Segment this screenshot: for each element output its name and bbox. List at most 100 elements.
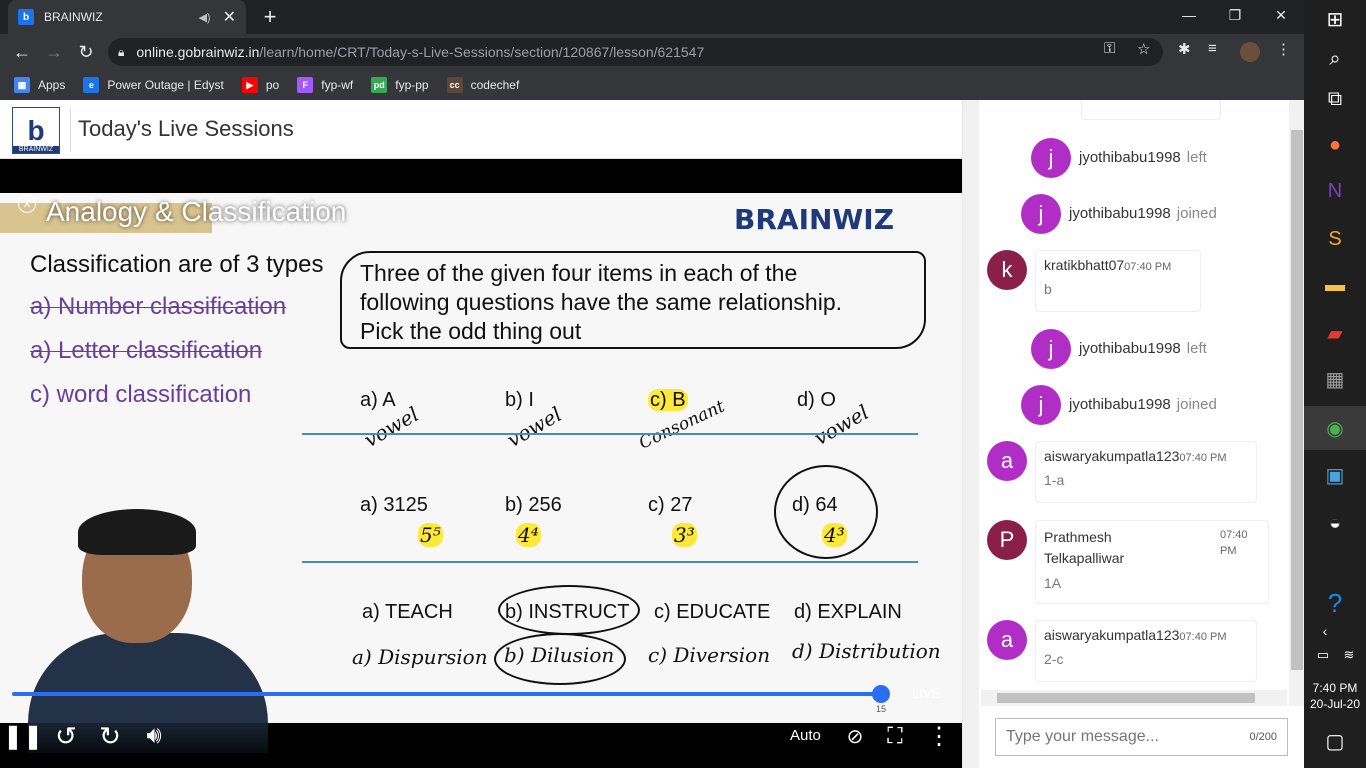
profile-avatar[interactable] bbox=[1240, 42, 1260, 62]
scrollbar-thumb[interactable] bbox=[997, 693, 1255, 703]
tab-strip: b BRAINWIZ ◀) ✕ + — ❐ ✕ bbox=[0, 0, 1304, 34]
cast-off-icon[interactable]: ⊘ bbox=[840, 721, 870, 751]
sublime-icon[interactable]: S bbox=[1320, 224, 1350, 254]
user-name: jyothibabu1998 bbox=[1079, 340, 1181, 357]
message-time: 07:40 PM bbox=[1179, 631, 1227, 643]
type-item: a) Number classification bbox=[30, 293, 287, 320]
quality-selector[interactable]: Auto bbox=[790, 727, 821, 744]
bookmark-label: Power Outage | Edyst bbox=[107, 78, 224, 92]
row2-option-b: b) 256 bbox=[505, 494, 562, 516]
extensions-icon[interactable]: ✱ bbox=[1178, 40, 1191, 58]
media-queue-icon[interactable]: ≡ bbox=[1208, 40, 1217, 57]
note-text: 5⁵ bbox=[418, 523, 443, 547]
message-text: b bbox=[1044, 281, 1052, 297]
progress-bar[interactable] bbox=[12, 692, 882, 696]
bookmark-apps[interactable]: ▦ Apps bbox=[14, 77, 65, 93]
row1-option-c: c) B bbox=[648, 389, 688, 412]
search-icon[interactable]: ⌕ bbox=[1320, 44, 1350, 74]
scrollbar-thumb[interactable] bbox=[1291, 130, 1303, 670]
help-icon[interactable]: ? bbox=[1320, 588, 1350, 618]
video-player[interactable]: ✕ Analogy & Classification BRAINWIZ Clas… bbox=[0, 159, 962, 768]
close-overlay-icon[interactable]: ✕ bbox=[18, 195, 36, 213]
logo-mark-icon: b bbox=[27, 115, 45, 146]
notifications-icon[interactable]: ▢ bbox=[1320, 726, 1350, 756]
key-icon[interactable]: ⚿ bbox=[1104, 40, 1115, 57]
codechef-icon: cc bbox=[446, 77, 463, 93]
task-view-icon[interactable]: ⧉ bbox=[1320, 84, 1350, 114]
pdf-icon[interactable]: ▰ bbox=[1320, 318, 1350, 348]
file-explorer-icon[interactable]: ▬ bbox=[1320, 270, 1350, 300]
url-host: online.gobrainwiz.in bbox=[136, 44, 260, 60]
bookmark-fyp-wf[interactable]: Ffyp-wf bbox=[297, 77, 353, 93]
live-label[interactable]: LIVE bbox=[912, 686, 940, 701]
new-tab-button[interactable]: + bbox=[258, 4, 282, 30]
close-tab-icon[interactable]: ✕ bbox=[223, 7, 236, 27]
bookmark-fyp-pp[interactable]: pd fyp-pp bbox=[371, 77, 429, 93]
star-icon[interactable]: ☆ bbox=[1137, 40, 1150, 58]
chat-message: Prathmesh Telkapalliwar 07:40 PM 1A bbox=[1035, 520, 1269, 604]
back-button[interactable]: ← bbox=[10, 40, 34, 64]
pause-icon[interactable]: ❚❚ bbox=[3, 721, 43, 751]
wifi-icon[interactable]: ≋ bbox=[1334, 640, 1364, 670]
photos-icon[interactable]: ▣ bbox=[1320, 460, 1350, 490]
chat-message-input[interactable] bbox=[1006, 728, 1250, 746]
time: 7:40 PM bbox=[1312, 681, 1358, 695]
address-bar[interactable]: 🔒︎ online.gobrainwiz.in/learn/home/CRT/T… bbox=[108, 38, 1163, 66]
brainwiz-logo[interactable]: b BRAINWIZ bbox=[12, 107, 60, 154]
row2-note-a: 5⁵ bbox=[418, 523, 443, 547]
avatar: a bbox=[987, 620, 1027, 660]
url-path: /learn/home/CRT/Today-s-Live-Sessions/se… bbox=[259, 44, 705, 60]
fullscreen-icon[interactable]: ⛶ bbox=[880, 721, 910, 751]
bookmark-label: codechef bbox=[470, 78, 520, 92]
note-text: 4⁴ bbox=[516, 523, 541, 547]
pd-icon: pd bbox=[371, 77, 388, 93]
message-time: 07:40 PM bbox=[1179, 452, 1227, 464]
system-action: joined bbox=[1176, 205, 1217, 222]
question-line: Three of the given four items in each of… bbox=[360, 260, 798, 286]
date: 20-Jul-20 bbox=[1309, 697, 1361, 711]
figma-icon: F bbox=[297, 77, 314, 93]
close-window-button[interactable]: ✕ bbox=[1258, 0, 1304, 30]
firefox-icon[interactable]: ● bbox=[1320, 130, 1350, 160]
volume-icon[interactable]: 🔊︎ bbox=[138, 721, 170, 751]
progress-count: 15 bbox=[876, 704, 887, 714]
chat-vertical-scrollbar[interactable] bbox=[1289, 100, 1305, 706]
bookmark-edyst[interactable]: e Power Outage | Edyst bbox=[83, 77, 224, 93]
chat-message: aiswaryakumpatla12307:40 PM 2-c bbox=[1035, 620, 1257, 682]
youtube-icon: ▶ bbox=[241, 77, 258, 93]
restore-button[interactable]: ❐ bbox=[1212, 0, 1258, 30]
bookmark-codechef[interactable]: cc codechef bbox=[446, 77, 520, 93]
onenote-icon[interactable]: N bbox=[1320, 176, 1350, 206]
chat-input-box[interactable]: 0/200 bbox=[995, 718, 1288, 756]
speaker-icon[interactable]: ◀) bbox=[198, 11, 210, 24]
lock-icon[interactable]: 🔒︎ bbox=[118, 45, 124, 60]
rewind-10-icon[interactable]: ↺ bbox=[50, 721, 82, 751]
xbox-icon[interactable]: ◒ bbox=[1320, 508, 1350, 538]
row4-option-c: c) Diversion bbox=[648, 643, 771, 667]
progress-knob[interactable] bbox=[872, 685, 890, 703]
minimize-button[interactable]: — bbox=[1166, 0, 1212, 30]
row2-note-b: 4⁴ bbox=[516, 523, 541, 547]
type-item: c) word classification bbox=[30, 381, 252, 408]
system-action: joined bbox=[1176, 396, 1217, 413]
windows-start-icon[interactable]: ⊞ bbox=[1320, 4, 1350, 34]
page-header: b BRAINWIZ Today's Live Sessions bbox=[0, 100, 962, 159]
bookmark-po[interactable]: ▶ po bbox=[241, 77, 279, 93]
more-options-icon[interactable]: ⋮ bbox=[926, 721, 952, 751]
chat-messages[interactable]: j jyothibabu1998 left j jyothibabu1998 joi… bbox=[963, 100, 1305, 706]
clock[interactable]: 7:40 PM 20-Jul-20 bbox=[1304, 680, 1366, 712]
calculator-icon[interactable]: ▦ bbox=[1320, 364, 1350, 394]
message-text: 1A bbox=[1044, 575, 1062, 591]
chat-panel: j jyothibabu1998 left j jyothibabu1998 joi… bbox=[962, 100, 1305, 768]
menu-kebab-icon[interactable]: ⋮ bbox=[1276, 40, 1291, 58]
reload-button[interactable]: ↻ bbox=[74, 40, 98, 64]
chrome-icon[interactable]: ◉ bbox=[1320, 413, 1350, 443]
chat-horizontal-scrollbar[interactable] bbox=[981, 690, 1287, 706]
logo-text: BRAINWIZ bbox=[13, 146, 59, 153]
browser-tab[interactable]: b BRAINWIZ ◀) ✕ bbox=[8, 0, 246, 34]
slide: ✕ Analogy & Classification BRAINWIZ Clas… bbox=[0, 193, 962, 753]
forward-button[interactable]: → bbox=[42, 40, 66, 64]
row-divider bbox=[302, 561, 918, 563]
forward-10-icon[interactable]: ↻ bbox=[94, 721, 126, 751]
apps-grid-icon: ▦ bbox=[14, 77, 30, 93]
